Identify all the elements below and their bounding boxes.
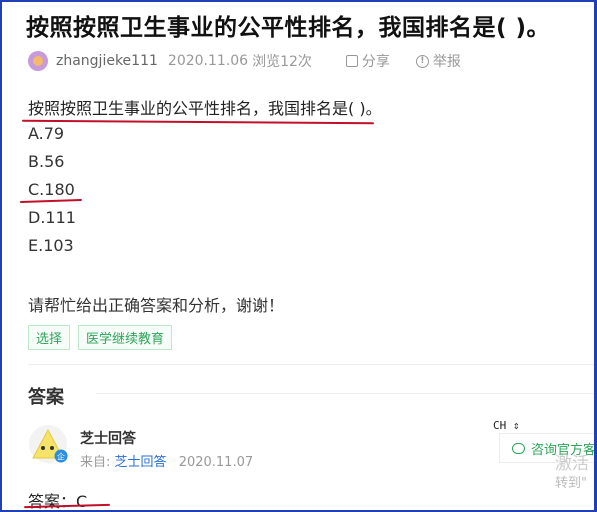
report-label: 举报: [432, 54, 461, 70]
chat-icon: [512, 442, 525, 454]
section-divider: [28, 364, 597, 365]
option-a: A.79: [28, 124, 65, 143]
page-title: 按照按照卫生事业的公平性排名，我国排名是( )。: [26, 15, 551, 41]
tag-medical-education[interactable]: 医学继续教育: [78, 325, 173, 350]
answerer-avatar[interactable]: 企: [28, 424, 68, 464]
share-button[interactable]: 分享: [345, 51, 390, 71]
answerer-name[interactable]: 芝士回答: [80, 428, 136, 448]
question-text: 按照按照卫生事业的公平性排名，我国排名是( )。: [28, 99, 382, 118]
activation-watermark-line1: 激活: [555, 454, 589, 474]
option-e: E.103: [28, 236, 74, 255]
language-code: CH: [493, 419, 507, 432]
tag-list: 选择 医学继续教育: [28, 325, 180, 350]
option-d: D.111: [28, 208, 76, 227]
badge-text: 企: [57, 452, 65, 462]
answer-heading-rule: [96, 393, 597, 394]
source-prefix: 来自:: [80, 455, 111, 470]
avatar-face-icon: [33, 56, 43, 66]
post-date: 2020.11.06: [167, 53, 249, 69]
username-link[interactable]: zhangjieke111: [56, 53, 158, 69]
option-b: B.56: [28, 152, 65, 171]
cheese-eye-left: [41, 446, 45, 450]
chevron-updown-icon: ⇕: [512, 419, 520, 432]
user-avatar[interactable]: [28, 51, 48, 71]
share-label: 分享: [361, 54, 390, 70]
report-icon: !: [415, 54, 429, 68]
option-c-underline-annotation: [19, 198, 83, 204]
help-request-text: 请帮忙给出正确答案和分析，谢谢！: [28, 296, 285, 315]
question-meta: zhangjieke111 2020.11.06 浏览12次 分享 ! 举报: [28, 50, 461, 72]
view-count: 浏览12次: [252, 54, 312, 70]
share-icon: [345, 55, 358, 67]
cheese-eye-right: [50, 446, 54, 450]
activation-watermark-line2: 转到": [555, 476, 587, 491]
question-underline-annotation: [21, 119, 375, 125]
answer-source: 来自: 芝士回答 2020.11.07: [80, 451, 253, 470]
source-link[interactable]: 芝士回答: [115, 455, 167, 470]
report-button[interactable]: ! 举报: [415, 51, 461, 71]
answer-date: 2020.11.07: [178, 455, 254, 470]
tag-choice[interactable]: 选择: [28, 325, 71, 350]
option-c: C.180: [28, 180, 75, 199]
final-answer: 答案：C: [28, 492, 88, 511]
answer-heading: 答案: [28, 387, 64, 408]
language-indicator[interactable]: CH ⇕: [489, 418, 524, 433]
